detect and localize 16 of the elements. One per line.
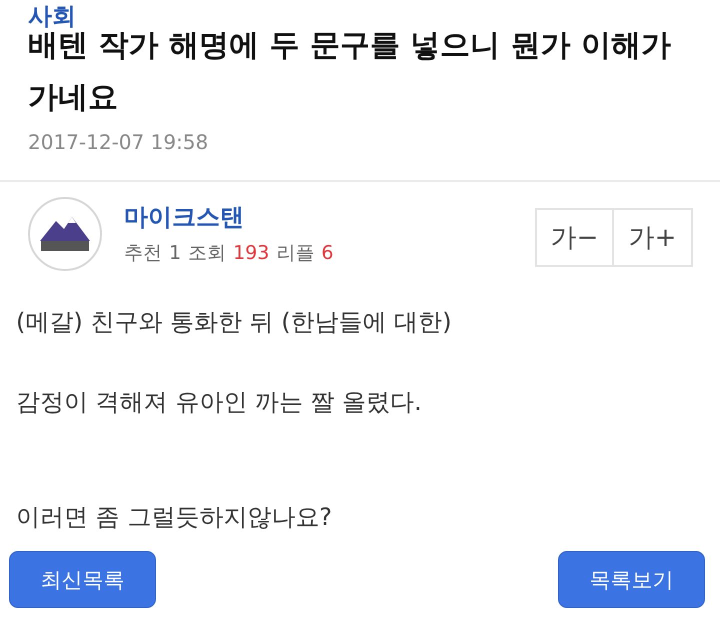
view-list-button[interactable]: 목록보기: [558, 551, 705, 608]
font-size-button[interactable]: 가+: [614, 208, 693, 267]
stat-label: 추천: [124, 241, 162, 266]
avatar-icon: [28, 197, 102, 271]
body-paragraph: 이러면 좀 그럴듯하지않나요?: [16, 502, 333, 533]
stat-label: 조회: [188, 241, 226, 266]
latest-list-button[interactable]: 최신목록: [9, 551, 156, 608]
stat-value: 193: [233, 241, 270, 266]
stat-value: 6: [321, 241, 334, 266]
stat-value: 1: [169, 241, 182, 266]
font-size-button[interactable]: 가−: [535, 208, 614, 267]
body-paragraph: 감정이 격해져 유아인 까는 짤 올렸다.: [16, 387, 423, 418]
author-name[interactable]: 마이크스탠: [124, 201, 244, 233]
post-date: 2017-12-07 19:58: [28, 129, 208, 156]
body-paragraph: (메갈) 친구와 통화한 뒤 (한남들에 대한): [16, 307, 453, 338]
stat-label: 리플: [276, 241, 314, 266]
